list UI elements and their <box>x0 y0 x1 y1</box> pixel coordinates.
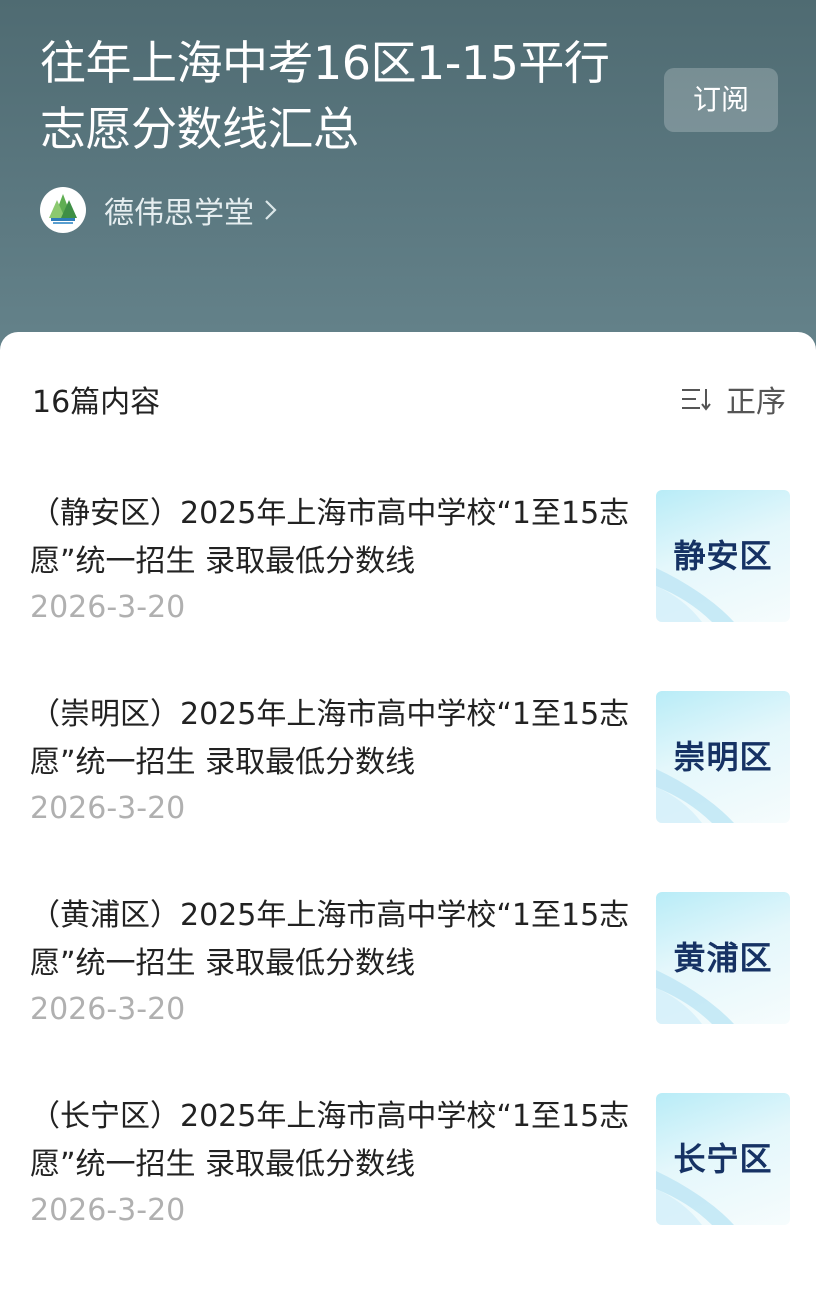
article-count: 16篇内容 <box>32 385 161 420</box>
author-name: 德伟思学堂 <box>104 196 254 231</box>
list-item[interactable]: （静安区）2025年上海市高中学校“1至15志愿”统一招生 录取最低分数线 20… <box>0 490 816 690</box>
author-link[interactable]: 德伟思学堂 <box>40 186 280 234</box>
article-thumbnail: 静安区 <box>656 490 790 622</box>
article-title: （长宁区）2025年上海市高中学校“1至15志愿”统一招生 录取最低分数线 <box>30 1099 630 1182</box>
article-thumbnail: 崇明区 <box>656 691 790 823</box>
chevron-right-icon <box>265 200 277 220</box>
sort-list-icon <box>682 389 711 411</box>
thumbnail-label: 静安区 <box>673 537 773 575</box>
collection-title: 往年上海中考16区1-15平行志愿分数线汇总 <box>40 36 610 156</box>
list-item[interactable]: （长宁区）2025年上海市高中学校“1至15志愿”统一招生 录取最低分数线 20… <box>0 1093 816 1293</box>
article-date: 2026-3-20 <box>30 1193 186 1228</box>
article-date: 2026-3-20 <box>30 590 186 625</box>
article-title: （崇明区）2025年上海市高中学校“1至15志愿”统一招生 录取最低分数线 <box>30 697 630 780</box>
thumbnail-label: 黄浦区 <box>673 939 773 977</box>
list-item[interactable]: （黄浦区）2025年上海市高中学校“1至15志愿”统一招生 录取最低分数线 20… <box>0 892 816 1092</box>
article-date: 2026-3-20 <box>30 791 186 826</box>
collection-header: 往年上海中考16区1-15平行志愿分数线汇总 订阅 德伟思学堂 <box>0 0 816 360</box>
sort-label: 正序 <box>726 385 786 420</box>
article-thumbnail: 长宁区 <box>656 1093 790 1225</box>
thumbnail-label: 崇明区 <box>673 738 773 776</box>
article-thumbnail: 黄浦区 <box>656 892 790 1024</box>
content-sheet: 16篇内容 正序 （静安区）2025年上海市高中学校“1至15志愿”统一招生 录… <box>0 332 816 1258</box>
article-title: （静安区）2025年上海市高中学校“1至15志愿”统一招生 录取最低分数线 <box>30 496 630 579</box>
sort-toggle[interactable]: 正序 <box>680 377 786 421</box>
subscribe-button[interactable]: 订阅 <box>664 68 778 132</box>
school-logo-icon <box>40 187 86 233</box>
thumbnail-label: 长宁区 <box>673 1140 773 1178</box>
article-date: 2026-3-20 <box>30 992 186 1027</box>
list-item[interactable]: （崇明区）2025年上海市高中学校“1至15志愿”统一招生 录取最低分数线 20… <box>0 691 816 891</box>
article-title: （黄浦区）2025年上海市高中学校“1至15志愿”统一招生 录取最低分数线 <box>30 898 630 981</box>
